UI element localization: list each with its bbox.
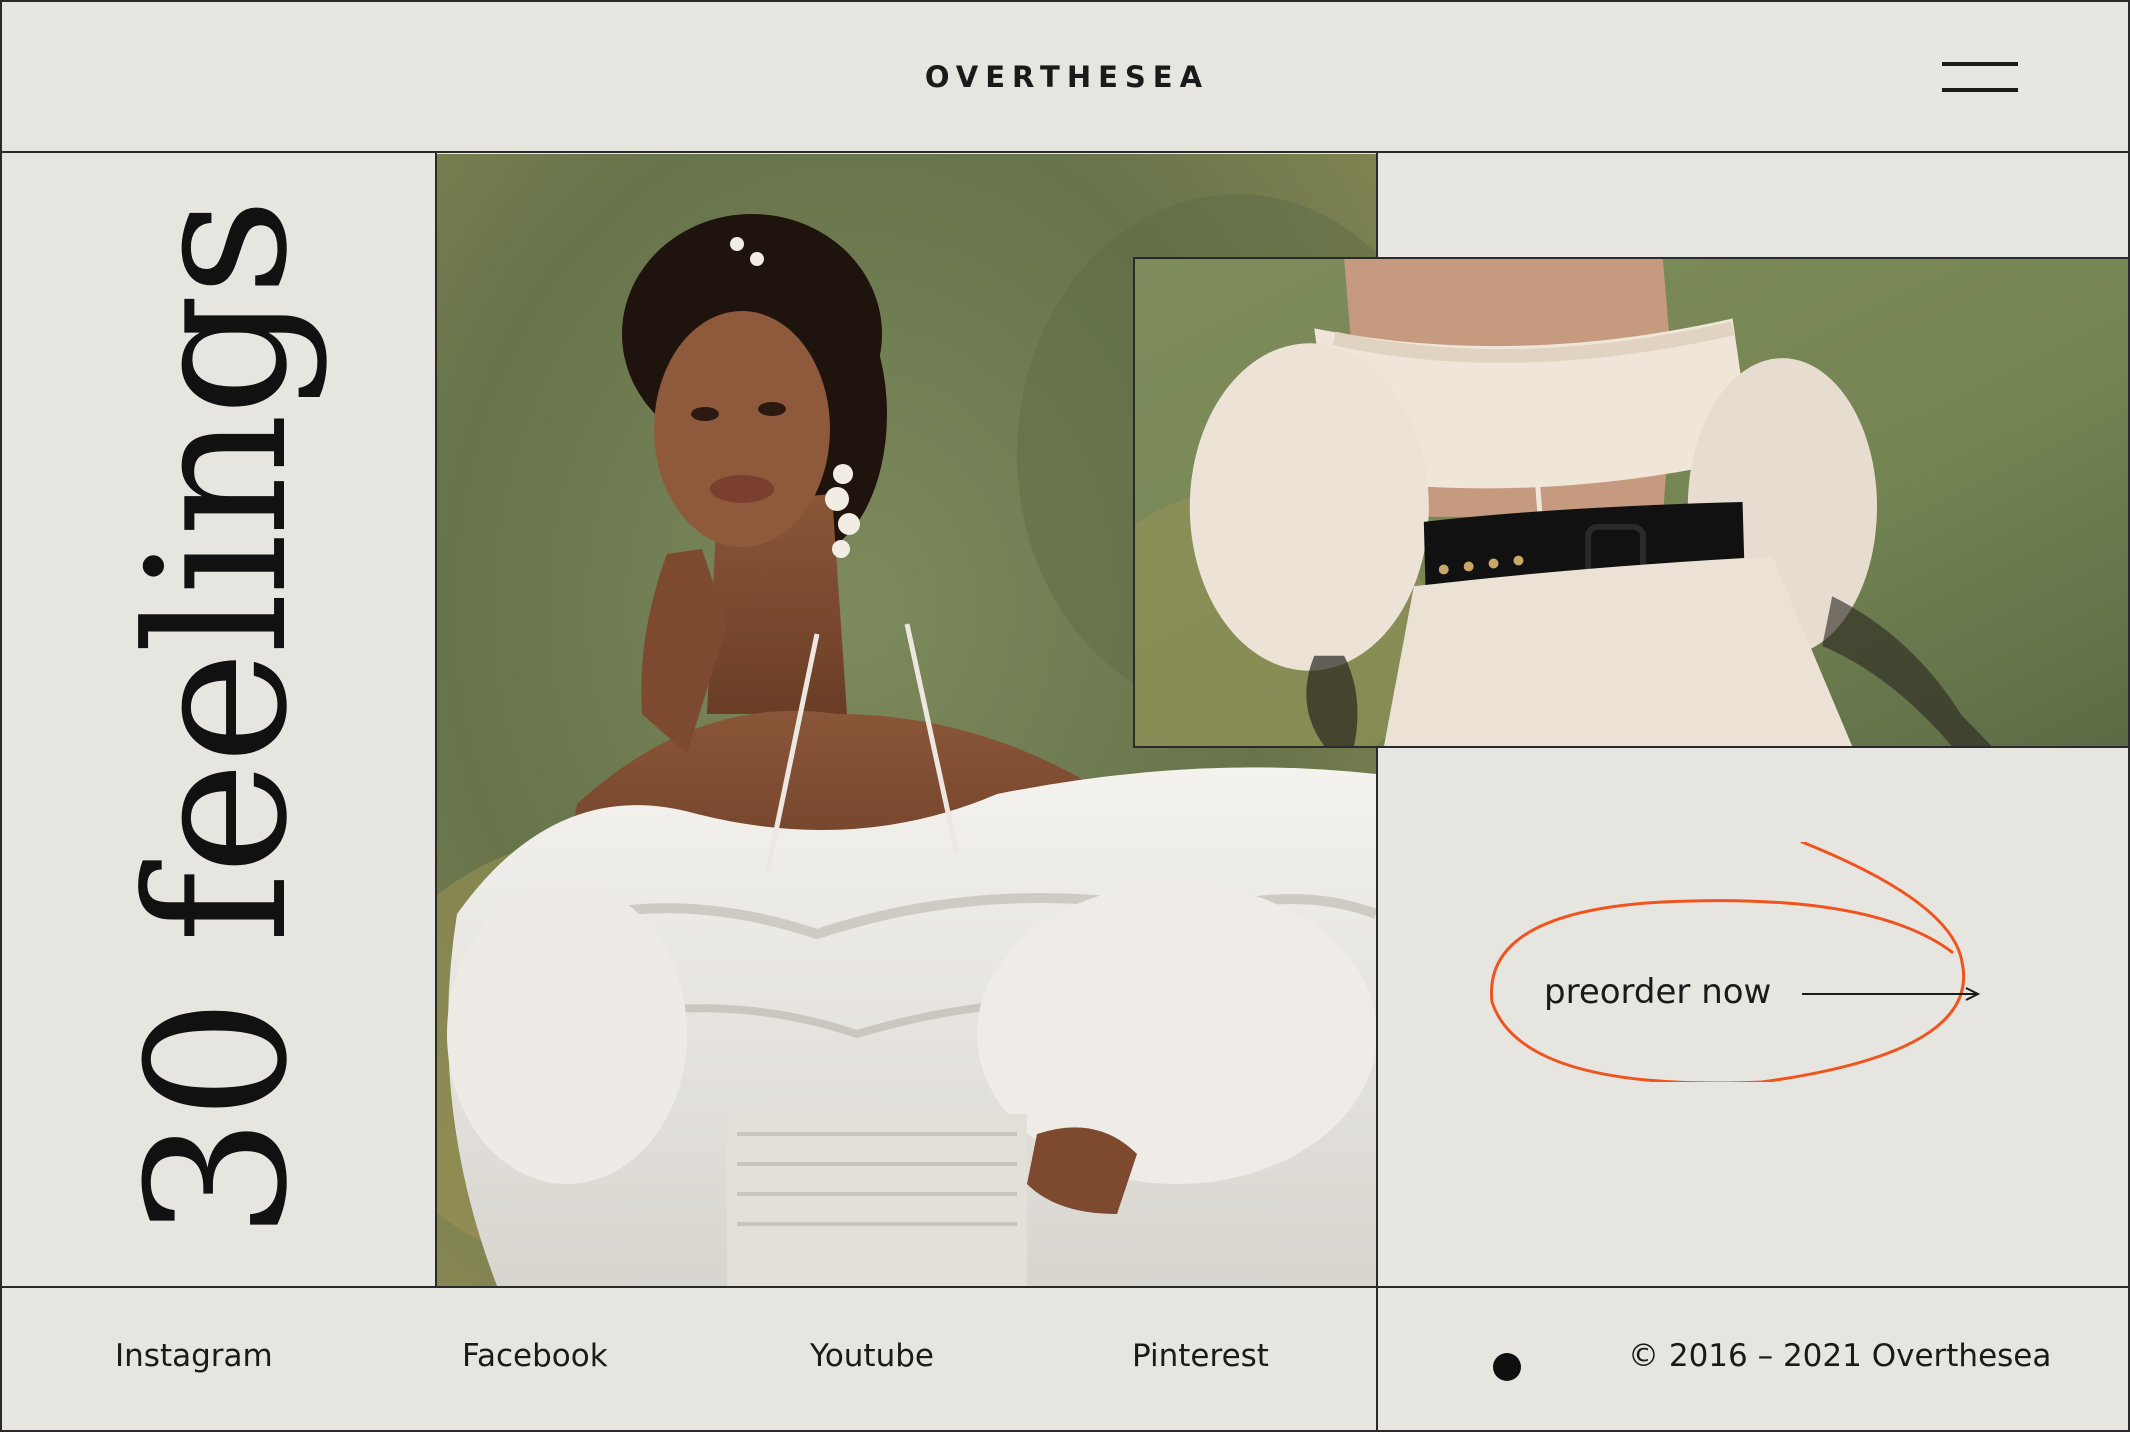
footer-link-instagram[interactable]: Instagram xyxy=(115,1338,273,1374)
preorder-label: preorder now xyxy=(1544,972,1772,1012)
page: OVERTHESEA 30 feelings preorder now Inst… xyxy=(0,0,2130,1432)
status-dot-icon xyxy=(1493,1353,1521,1381)
brand-logo[interactable]: OVERTHESEA xyxy=(2,2,2130,152)
footer-link-youtube[interactable]: Youtube xyxy=(810,1338,934,1374)
preorder-button[interactable]: preorder now xyxy=(1482,842,2042,1082)
hand-drawn-circle-icon xyxy=(1489,842,1981,1082)
footer-link-facebook[interactable]: Facebook xyxy=(462,1338,608,1374)
menu-button[interactable] xyxy=(1942,60,2018,96)
hamburger-icon-bar xyxy=(1942,88,2018,92)
detail-photo-outfit xyxy=(1133,257,2130,748)
collection-title: 30 feelings xyxy=(107,200,330,1240)
copyright-text: © 2016 – 2021 Overthesea xyxy=(1628,1338,2052,1374)
footer-link-pinterest[interactable]: Pinterest xyxy=(1132,1338,1269,1374)
vertical-title-panel: 30 feelings xyxy=(2,152,436,1288)
hamburger-icon xyxy=(1942,62,2018,66)
